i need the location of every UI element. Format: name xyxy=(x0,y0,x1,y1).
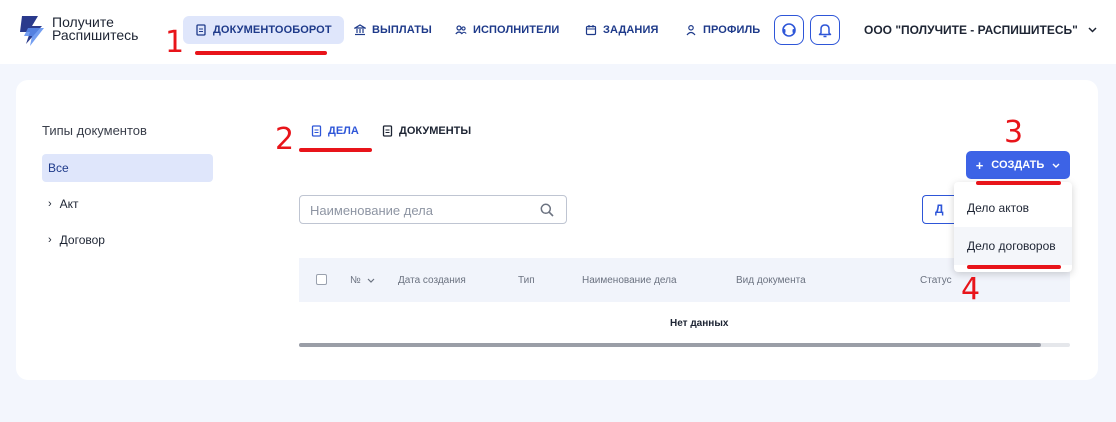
nav-contractors[interactable]: ИСПОЛНИТЕЛИ xyxy=(443,16,571,44)
tab-documents[interactable]: ДОКУМЕНТЫ xyxy=(382,122,471,140)
plus-icon: + xyxy=(975,157,984,173)
sidebar-title: Типы документов xyxy=(42,123,147,138)
nav-documents-label: ДОКУМЕНТООБОРОТ xyxy=(213,24,332,36)
menu-item-contract-case[interactable]: Дело договоров xyxy=(954,227,1072,265)
sidebar-item-contract[interactable]: › Договор xyxy=(42,226,213,254)
org-name: ООО "ПОЛУЧИТЕ - РАСПИШИТЕСЬ" xyxy=(864,23,1078,37)
brand-name: Получите Распишитесь xyxy=(52,15,139,43)
chevron-right-icon: › xyxy=(48,234,52,246)
create-button[interactable]: + СОЗДАТЬ xyxy=(966,151,1070,179)
annotation-underline-4 xyxy=(967,265,1061,269)
column-header-created: Дата создания xyxy=(398,275,466,286)
support-chat-icon xyxy=(782,23,796,37)
horizontal-scrollbar-thumb[interactable] xyxy=(299,343,1041,347)
nav-contractors-label: ИСПОЛНИТЕЛИ xyxy=(473,24,560,36)
support-button[interactable] xyxy=(774,15,804,45)
chevron-down-icon xyxy=(1088,27,1097,33)
select-all-checkbox[interactable] xyxy=(316,274,327,285)
annotation-underline-1 xyxy=(195,51,327,55)
brand-logo[interactable]: Получите Распишитесь xyxy=(18,14,158,50)
search-icon[interactable] xyxy=(540,203,554,217)
brand-logo-icon xyxy=(20,16,44,46)
nav-documents[interactable]: ДОКУМЕНТООБОРОТ xyxy=(183,16,344,44)
chevron-right-icon: › xyxy=(48,198,52,210)
create-button-label: СОЗДАТЬ xyxy=(991,159,1045,171)
annotation-underline-3 xyxy=(976,181,1061,185)
column-header-number[interactable]: № xyxy=(350,275,375,286)
document-icon xyxy=(382,125,393,137)
menu-item-act-case[interactable]: Дело актов xyxy=(954,189,1072,227)
sidebar-item-all[interactable]: Все xyxy=(42,154,213,182)
users-icon xyxy=(455,25,467,35)
annotation-number-4: 4 xyxy=(961,272,981,307)
document-icon xyxy=(311,125,322,137)
sidebar-item-label: Акт xyxy=(59,197,79,211)
sidebar-item-label: Договор xyxy=(59,233,105,247)
sort-chevron-icon xyxy=(367,278,374,283)
bell-icon xyxy=(818,24,832,38)
nav-profile[interactable]: ПРОФИЛЬ xyxy=(673,16,772,44)
search-field[interactable] xyxy=(299,195,567,224)
chevron-down-icon xyxy=(1052,163,1060,168)
nav-payments-label: ВЫПЛАТЫ xyxy=(372,24,432,36)
annotation-number-1: 1 xyxy=(165,25,185,60)
nav-tasks-label: ЗАДАНИЯ xyxy=(603,24,659,36)
calendar-icon xyxy=(585,25,597,36)
column-header-doc-kind: Вид документа xyxy=(736,275,806,286)
tab-cases[interactable]: ДЕЛА xyxy=(311,122,359,140)
secondary-action-label: Д xyxy=(935,202,944,216)
column-header-case-name: Наименование дела xyxy=(582,275,677,286)
column-header-type: Тип xyxy=(518,275,535,286)
user-icon xyxy=(686,24,696,36)
sidebar-item-label: Все xyxy=(48,161,69,175)
annotation-number-2: 2 xyxy=(275,122,295,157)
nav-tasks[interactable]: ЗАДАНИЯ xyxy=(573,16,670,44)
column-header-status: Статус xyxy=(920,275,952,286)
document-icon xyxy=(196,24,206,36)
column-header-label: № xyxy=(350,275,361,286)
search-input[interactable] xyxy=(310,201,530,219)
notifications-button[interactable] xyxy=(810,15,840,45)
table-empty-message: Нет данных xyxy=(670,318,729,329)
nav-payments[interactable]: ВЫПЛАТЫ xyxy=(342,16,444,44)
nav-profile-label: ПРОФИЛЬ xyxy=(703,24,761,36)
annotation-number-3: 3 xyxy=(1004,115,1024,150)
menu-item-label: Дело актов xyxy=(967,201,1030,215)
create-dropdown-menu: Дело актов Дело договоров xyxy=(954,182,1072,272)
tab-documents-label: ДОКУМЕНТЫ xyxy=(399,125,472,137)
annotation-underline-2 xyxy=(299,148,372,152)
tab-cases-label: ДЕЛА xyxy=(328,125,359,137)
menu-item-label: Дело договоров xyxy=(967,239,1056,253)
org-selector[interactable]: ООО "ПОЛУЧИТЕ - РАСПИШИТЕСЬ" xyxy=(864,23,1097,37)
sidebar-item-act[interactable]: › Акт xyxy=(42,190,213,218)
brand-line-2: Распишитесь xyxy=(52,27,139,43)
bank-icon xyxy=(354,24,366,36)
